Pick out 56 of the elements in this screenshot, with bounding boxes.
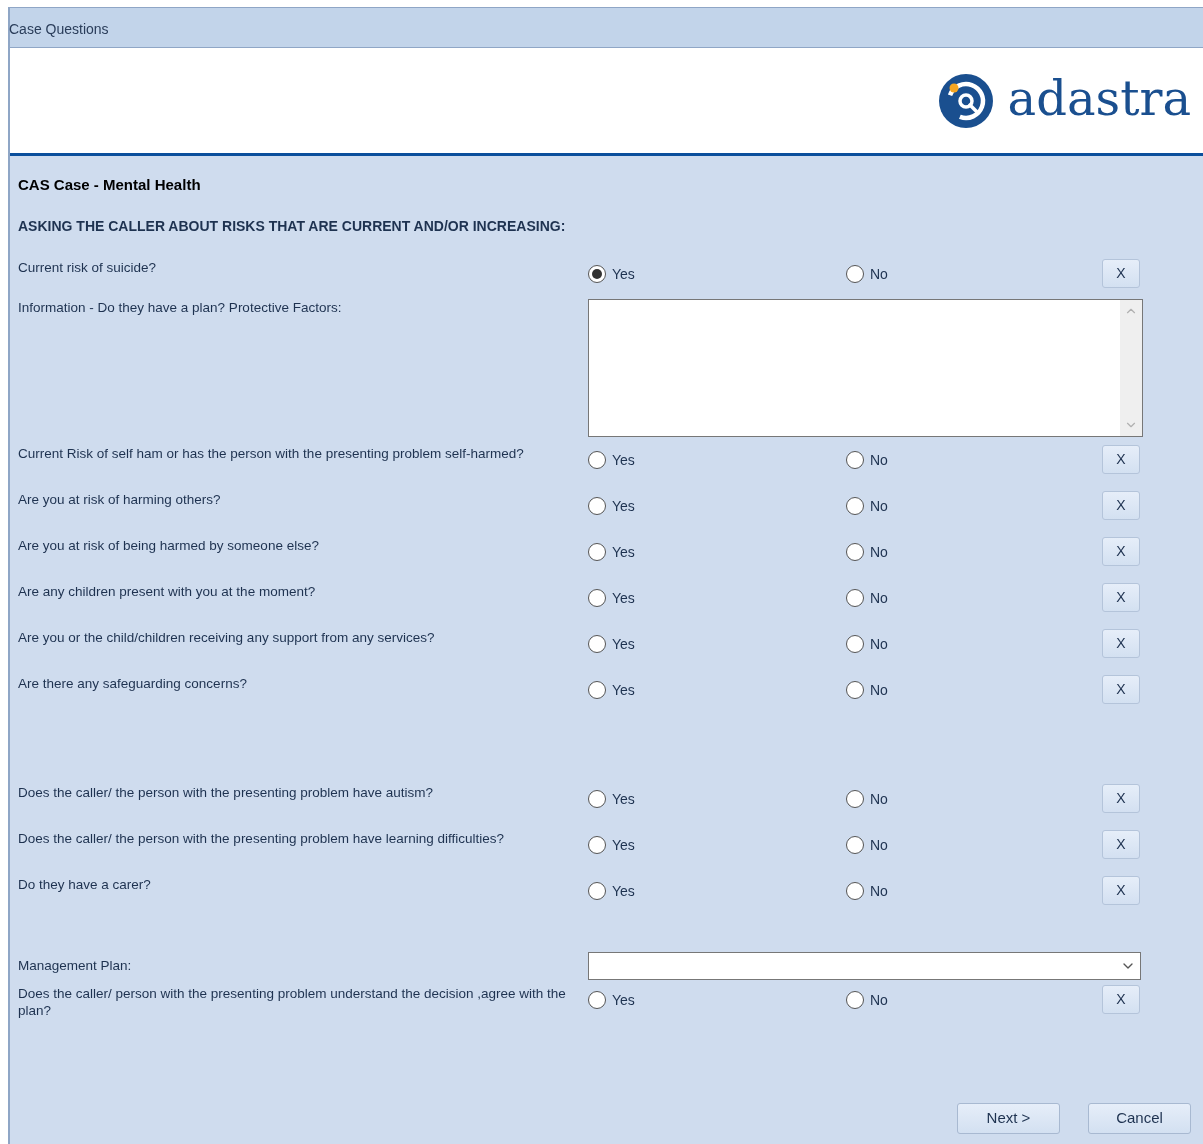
- dropdown-field[interactable]: [588, 951, 1141, 980]
- question-label: Are there any safeguarding concerns?: [18, 674, 248, 692]
- question-label: Are you at risk of harming others?: [18, 490, 222, 508]
- radio-button[interactable]: Yes: [588, 989, 635, 1011]
- clear-button[interactable]: X: [1102, 829, 1140, 859]
- clear-button[interactable]: X: [1102, 490, 1140, 520]
- clear-button[interactable]: X: [1102, 628, 1140, 658]
- question-label: Are you or the child/children receiving any support from any services?: [18, 628, 436, 646]
- radio-button[interactable]: No: [846, 541, 888, 563]
- radio-button[interactable]: No: [846, 633, 888, 655]
- question-label: Information - Do they have a plan? Protective Factors:: [18, 298, 343, 316]
- text-area[interactable]: [588, 298, 1143, 437]
- clear-button[interactable]: X: [1102, 783, 1140, 813]
- radio-button[interactable]: Yes: [588, 880, 635, 902]
- radio-button[interactable]: No: [846, 880, 888, 902]
- radio-button[interactable]: Yes: [588, 679, 635, 701]
- logo-icon: [937, 72, 994, 129]
- radio-button[interactable]: No: [846, 679, 888, 701]
- radio-button[interactable]: No: [846, 495, 888, 517]
- radio-button[interactable]: No: [846, 788, 888, 810]
- question-label: Are any children present with you at the moment?: [18, 582, 317, 600]
- question-label: Does the caller/ person with the presenting problem understand the decision ,agree with the plan?: [18, 984, 567, 1019]
- radio-button[interactable]: No: [846, 449, 888, 471]
- section-heading: ASKING THE CALLER ABOUT RISKS THAT ARE CURRENT AND/OR INCREASING:: [18, 216, 567, 236]
- radio-button[interactable]: No: [846, 989, 888, 1011]
- radio-button[interactable]: Yes: [588, 495, 635, 517]
- window-title: Case Questions: [9, 20, 109, 39]
- radio-button[interactable]: Yes: [588, 788, 635, 810]
- clear-button[interactable]: X: [1102, 984, 1140, 1014]
- question-label: Do they have a carer?: [18, 875, 152, 893]
- scrollbar[interactable]: [1120, 299, 1142, 436]
- question-label: Current risk of suicide?: [18, 258, 158, 276]
- clear-button[interactable]: X: [1102, 444, 1140, 474]
- radio-button[interactable]: No: [846, 587, 888, 609]
- question-label: Does the caller/ the person with the presenting problem have learning difficulties?: [18, 829, 506, 847]
- question-label: Are you at risk of being harmed by someone else?: [18, 536, 320, 554]
- radio-button[interactable]: Yes: [588, 834, 635, 856]
- logo-text: adastra: [1007, 73, 1191, 128]
- form-title: CAS Case - Mental Health: [18, 175, 202, 195]
- radio-button[interactable]: Yes: [588, 587, 635, 609]
- radio-button[interactable]: Yes: [588, 541, 635, 563]
- radio-button[interactable]: No: [846, 263, 888, 285]
- radio-button[interactable]: Yes: [588, 633, 635, 655]
- clear-button[interactable]: X: [1102, 674, 1140, 704]
- dialog-button[interactable]: Cancel: [1088, 1103, 1191, 1134]
- question-label: Current Risk of self ham or has the person with the presenting problem self-harmed?: [18, 444, 525, 462]
- question-label: Management Plan:: [18, 957, 133, 974]
- question-label: Does the caller/ the person with the presenting problem have autism?: [18, 783, 434, 801]
- radio-button[interactable]: No: [846, 834, 888, 856]
- clear-button[interactable]: X: [1102, 258, 1140, 288]
- clear-button[interactable]: X: [1102, 875, 1140, 905]
- clear-button[interactable]: X: [1102, 536, 1140, 566]
- radio-button[interactable]: Yes: [588, 263, 635, 285]
- radio-button[interactable]: Yes: [588, 449, 635, 471]
- dialog-button[interactable]: Next >: [957, 1103, 1060, 1134]
- clear-button[interactable]: X: [1102, 582, 1140, 612]
